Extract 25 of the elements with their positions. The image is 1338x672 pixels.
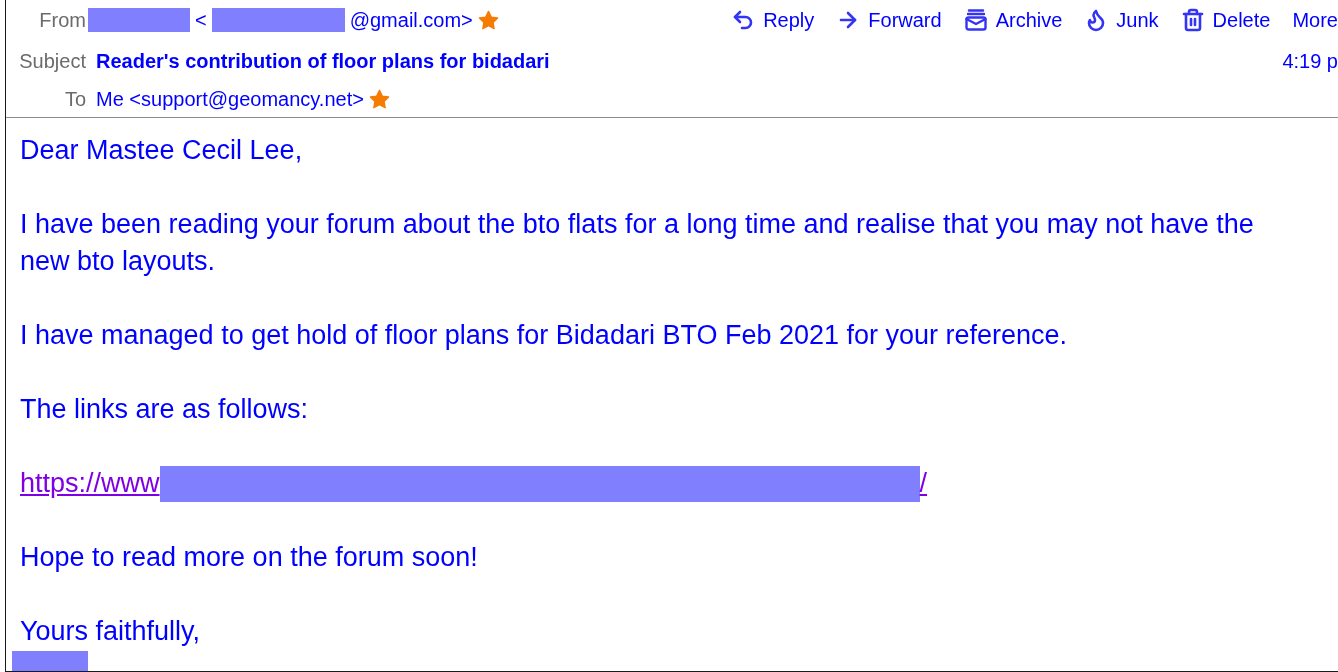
body-paragraph: Dear Mastee Cecil Lee, (20, 134, 304, 167)
time-text: 4:19 p (1282, 49, 1338, 73)
body-paragraph: I have managed to get hold of floor plans for Bidadari BTO Feb 2021 for your reference. (20, 319, 1069, 352)
reply-button[interactable]: Reply (731, 8, 815, 32)
star-icon[interactable] (368, 89, 390, 110)
forward-button[interactable]: Forward (836, 8, 942, 32)
recipient-address[interactable]: Me <support@geomancy.net> (96, 88, 364, 111)
field-label: To (64, 88, 86, 111)
delete-button[interactable]: Delete (1180, 8, 1271, 32)
sender-address[interactable]: @gmail.com> (349, 8, 473, 32)
sender-address[interactable]: < (195, 8, 207, 32)
junk-button[interactable]: Junk (1084, 8, 1159, 32)
subject-text: Reader's contribution of floor plans for bidadari (96, 49, 550, 73)
body-paragraph: The links are as follows: (20, 393, 310, 426)
archive-button[interactable]: Archive (963, 8, 1063, 32)
body-paragraph: Yours faithfully, (20, 615, 202, 648)
trash-icon (1180, 8, 1205, 32)
more-button[interactable]: More (1292, 8, 1338, 32)
body-paragraph: I have been reading your forum about the bto flats for a long time and realise that you may not have the new bto layouts. (20, 208, 1255, 278)
star-icon[interactable] (477, 9, 499, 31)
body-paragraph: Hope to read more on the forum soon! (20, 541, 479, 574)
link[interactable]: https://www / (20, 465, 928, 502)
inbox-tray-icon (963, 8, 988, 32)
field-label: Subject (19, 49, 86, 73)
field-label: From (39, 8, 86, 32)
